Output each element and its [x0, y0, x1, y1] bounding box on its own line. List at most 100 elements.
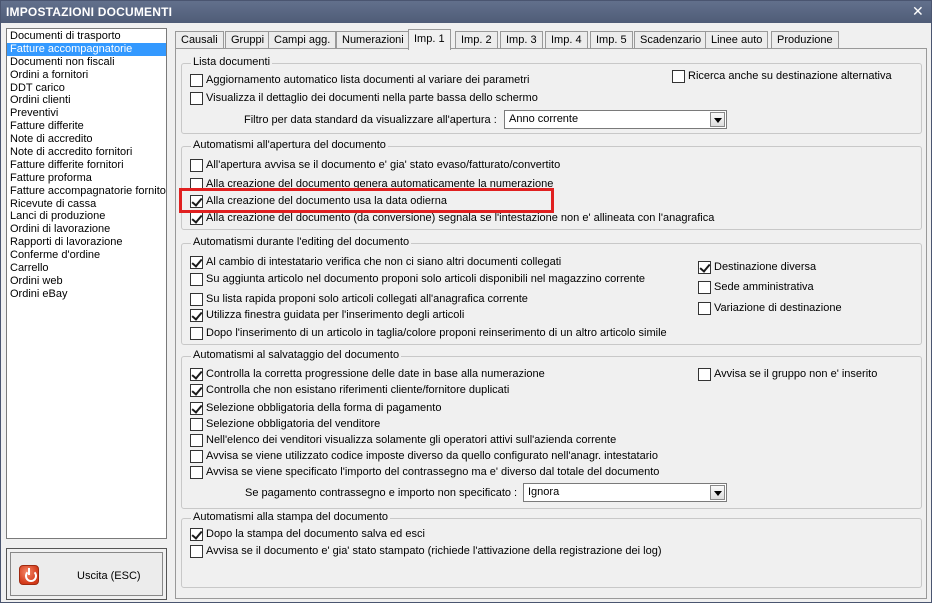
- document-type-list[interactable]: Documenti di trasporto Fatture accompagna…: [6, 28, 167, 539]
- tab-scadenzario[interactable]: Scadenzario: [634, 31, 708, 49]
- tab-campi-agg[interactable]: Campi agg.: [268, 31, 337, 49]
- checkbox-operatori-attivi[interactable]: Nell'elenco dei venditori visualizza sol…: [190, 433, 616, 447]
- list-item[interactable]: Fatture differite: [7, 120, 166, 133]
- list-item[interactable]: DDT carico: [7, 82, 166, 95]
- checkbox-label: Ricerca anche su destinazione alternativ…: [688, 70, 892, 82]
- checkbox-box[interactable]: [698, 301, 711, 315]
- checkbox-lista-rapida[interactable]: Su lista rapida proponi solo articoli co…: [190, 292, 528, 306]
- checkbox-box[interactable]: [190, 292, 203, 306]
- chevron-down-icon[interactable]: [710, 112, 725, 127]
- close-icon[interactable]: ✕: [911, 4, 925, 18]
- group-title: Automatismi durante l'editing del docume…: [191, 236, 412, 249]
- checkbox-progressione-date[interactable]: Controlla la corretta progressione delle…: [190, 367, 545, 381]
- list-item[interactable]: Preventivi: [7, 107, 166, 120]
- tab-imp-5[interactable]: Imp. 5: [590, 31, 633, 49]
- checkbox-data-odierna[interactable]: Alla creazione del documento usa la data…: [190, 194, 447, 208]
- checkbox-box[interactable]: [190, 544, 203, 558]
- checkbox-salva-esci[interactable]: Dopo la stampa del documento salva ed es…: [190, 527, 425, 541]
- checkbox-articoli-disponibili[interactable]: Su aggiunta articolo nel documento propo…: [190, 272, 645, 286]
- filtro-data-value: Anno corrente: [509, 113, 579, 125]
- exit-button[interactable]: Uscita (ESC): [10, 552, 163, 596]
- checkbox-box[interactable]: [190, 326, 203, 340]
- checkbox-box[interactable]: [672, 69, 685, 83]
- tab-numerazioni[interactable]: Numerazioni: [336, 31, 410, 49]
- checkbox-gia-stampato[interactable]: Avvisa se il documento e' gia' stato sta…: [190, 544, 662, 558]
- checkbox-label: Controlla la corretta progressione delle…: [206, 368, 545, 380]
- list-item[interactable]: Fatture proforma: [7, 172, 166, 185]
- checkbox-box[interactable]: [190, 401, 203, 415]
- tab-panel-imp-1: Lista documenti Aggiornamento automatico…: [175, 48, 927, 599]
- checkbox-codice-imposte[interactable]: Avvisa se viene utilizzato codice impost…: [190, 449, 658, 463]
- checkbox-genera-numerazione[interactable]: Alla creazione del documento genera auto…: [190, 177, 553, 191]
- checkbox-box[interactable]: [190, 383, 203, 397]
- group-title: Automatismi all'apertura del documento: [191, 139, 388, 152]
- checkbox-box[interactable]: [190, 177, 203, 191]
- checkbox-box[interactable]: [698, 260, 711, 274]
- checkbox-box[interactable]: [190, 158, 203, 172]
- checkbox-venditore[interactable]: Selezione obbligatoria del venditore: [190, 417, 380, 431]
- checkbox-visualizza-dettaglio[interactable]: Visualizza il dettaglio dei documenti ne…: [190, 91, 538, 105]
- list-item[interactable]: Ordini eBay: [7, 288, 166, 301]
- list-item[interactable]: Conferme d'ordine: [7, 249, 166, 262]
- checkbox-intestazione-allineata[interactable]: Alla creazione del documento (da convers…: [190, 211, 714, 225]
- checkbox-destinazione-diversa[interactable]: Destinazione diversa: [698, 260, 816, 274]
- list-item[interactable]: Rapporti di lavorazione: [7, 236, 166, 249]
- checkbox-finestra-guidata[interactable]: Utilizza finestra guidata per l'inserime…: [190, 308, 464, 322]
- list-item[interactable]: Fatture accompagnatorie: [7, 42, 166, 56]
- checkbox-box[interactable]: [190, 91, 203, 105]
- checkbox-label: Utilizza finestra guidata per l'inserime…: [206, 309, 465, 321]
- checkbox-riferimenti-duplicati[interactable]: Controlla che non esistano riferimenti c…: [190, 383, 509, 397]
- checkbox-label: Su lista rapida proponi solo articoli co…: [206, 293, 528, 305]
- checkbox-box[interactable]: [190, 211, 203, 225]
- checkbox-box[interactable]: [190, 73, 203, 87]
- list-item[interactable]: Ordini web: [7, 275, 166, 288]
- list-item[interactable]: Note di accredito fornitori: [7, 146, 166, 159]
- checkbox-box[interactable]: [698, 280, 711, 294]
- list-item[interactable]: Ricevute di cassa: [7, 198, 166, 211]
- list-item[interactable]: Ordini di lavorazione: [7, 223, 166, 236]
- tab-imp-1[interactable]: Imp. 1: [408, 29, 451, 50]
- checkbox-box[interactable]: [190, 527, 203, 541]
- list-item[interactable]: Documenti di trasporto: [7, 30, 166, 43]
- tab-imp-2[interactable]: Imp. 2: [455, 31, 498, 49]
- checkbox-box[interactable]: [190, 194, 203, 208]
- tab-produzione[interactable]: Produzione: [771, 31, 839, 49]
- checkbox-box[interactable]: [190, 255, 203, 269]
- list-item[interactable]: Ordini a fornitori: [7, 69, 166, 82]
- chevron-down-icon[interactable]: [710, 485, 725, 500]
- checkbox-box[interactable]: [190, 367, 203, 381]
- checkbox-variazione-destinazione[interactable]: Variazione di destinazione: [698, 301, 842, 315]
- list-item[interactable]: Fatture differite fornitori: [7, 159, 166, 172]
- tab-imp-4[interactable]: Imp. 4: [545, 31, 588, 49]
- filtro-data-label: Filtro per data standard da visualizzare…: [244, 114, 497, 126]
- tab-imp-3[interactable]: Imp. 3: [500, 31, 543, 49]
- checkbox-box[interactable]: [190, 465, 203, 479]
- checkbox-aggiornamento-automatico[interactable]: Aggiornamento automatico lista documenti…: [190, 73, 529, 87]
- checkbox-avvisa-gruppo[interactable]: Avvisa se il gruppo non e' inserito: [698, 367, 877, 381]
- checkbox-ricerca-destinazione[interactable]: Ricerca anche su destinazione alternativ…: [672, 69, 892, 83]
- list-item[interactable]: Lanci di produzione: [7, 210, 166, 223]
- filtro-data-select[interactable]: Anno corrente: [504, 110, 727, 129]
- checkbox-box[interactable]: [698, 367, 711, 381]
- list-item[interactable]: Fatture accompagnatorie fornito: [7, 185, 166, 198]
- list-item[interactable]: Note di accredito: [7, 133, 166, 146]
- checkbox-box[interactable]: [190, 433, 203, 447]
- contrassegno-select[interactable]: Ignora: [523, 483, 727, 502]
- checkbox-verifica-documenti-collegati[interactable]: Al cambio di intestatario verifica che n…: [190, 255, 561, 269]
- list-item[interactable]: Ordini clienti: [7, 94, 166, 107]
- checkbox-importo-contrassegno[interactable]: Avvisa se viene specificato l'importo de…: [190, 465, 659, 479]
- checkbox-taglia-colore[interactable]: Dopo l'inserimento di un articolo in tag…: [190, 326, 667, 340]
- checkbox-box[interactable]: [190, 449, 203, 463]
- checkbox-box[interactable]: [190, 272, 203, 286]
- checkbox-box[interactable]: [190, 308, 203, 322]
- list-item[interactable]: Carrello: [7, 262, 166, 275]
- checkbox-box[interactable]: [190, 417, 203, 431]
- checkbox-sede-amministrativa[interactable]: Sede amministrativa: [698, 280, 814, 294]
- checkbox-avvisa-evaso[interactable]: All'apertura avvisa se il documento e' g…: [190, 158, 560, 172]
- tab-causali[interactable]: Causali: [175, 31, 224, 49]
- tab-linee-auto[interactable]: Linee auto: [705, 31, 769, 49]
- group-title: Lista documenti: [191, 56, 273, 69]
- list-item[interactable]: Documenti non fiscali: [7, 56, 166, 69]
- checkbox-forma-pagamento[interactable]: Selezione obbligatoria della forma di pa…: [190, 401, 441, 415]
- tab-gruppi[interactable]: Gruppi: [225, 31, 271, 49]
